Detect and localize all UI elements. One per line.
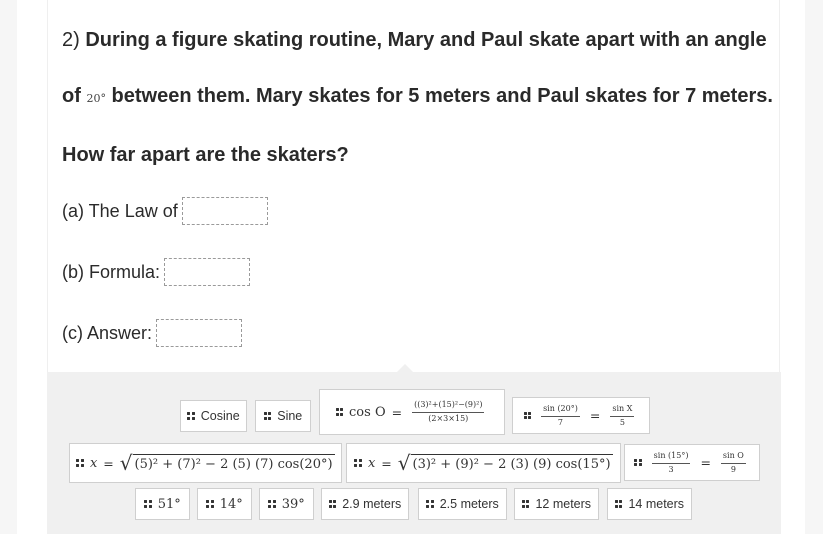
fraction-denominator: 7 bbox=[557, 417, 564, 427]
tile-dist-12[interactable]: 12 meters bbox=[514, 488, 599, 520]
fraction-denominator: 3 bbox=[668, 464, 674, 474]
tile-label: Sine bbox=[277, 409, 303, 423]
fraction: sin (20°) 7 bbox=[541, 404, 580, 428]
tile-label: 2.9 meters bbox=[342, 497, 402, 511]
tile-sin-ratio-15[interactable]: sin (15°) 3 = sin O 9 bbox=[624, 444, 760, 481]
answer-row-answer: (c) Answer: bbox=[62, 319, 243, 347]
answer-label-formula: (b) Formula: bbox=[62, 261, 161, 282]
equals-sign: = bbox=[589, 408, 601, 423]
equals-sign: = bbox=[381, 455, 392, 471]
fraction-numerator: ((3)²+(15)²−(9)²) bbox=[412, 400, 485, 413]
answer-label-law: (a) The Law of bbox=[62, 200, 178, 221]
tile-dist-14[interactable]: 14 meters bbox=[607, 488, 692, 520]
fraction: sin X 5 bbox=[610, 404, 635, 428]
tile-label: 12 meters bbox=[535, 497, 592, 511]
drop-slot-law[interactable] bbox=[181, 197, 268, 225]
drop-slot-formula[interactable] bbox=[164, 258, 251, 286]
tile-law-cos-5-7[interactable]: x = √ (5)² + (7)² − 2 (5) (7) cos(20°) bbox=[69, 443, 342, 483]
drag-handle-icon bbox=[144, 500, 152, 508]
tile-sine[interactable]: Sine bbox=[255, 400, 311, 432]
tile-dist-2-5[interactable]: 2.5 meters bbox=[418, 488, 507, 520]
drag-handle-icon bbox=[187, 412, 195, 420]
fraction-numerator: sin (15°) bbox=[651, 451, 691, 464]
tile-label: 39° bbox=[281, 496, 305, 512]
radical-icon: √ bbox=[397, 451, 411, 475]
equals-sign: = bbox=[103, 455, 114, 471]
drag-handle-icon bbox=[268, 500, 276, 508]
fraction: sin (15°) 3 bbox=[651, 451, 691, 475]
drag-handle-icon bbox=[614, 500, 623, 508]
radicand: (5)² + (7)² − 2 (5) (7) cos(20°) bbox=[132, 454, 335, 473]
tile-law-cos-3-9[interactable]: x = √ (3)² + (9)² − 2 (3) (9) cos(15°) bbox=[346, 443, 621, 483]
tile-lhs: x bbox=[89, 455, 98, 471]
answer-row-law: (a) The Law of bbox=[62, 197, 268, 225]
square-root: √ (3)² + (9)² − 2 (3) (9) cos(15°) bbox=[398, 453, 613, 473]
equals-sign: = bbox=[700, 455, 711, 470]
angle-value: 20° bbox=[86, 92, 106, 105]
fraction-numerator: sin (20°) bbox=[541, 404, 580, 417]
fraction: ((3)²+(15)²−(9)²) (2×3×15) bbox=[412, 400, 485, 424]
tile-label: 14° bbox=[219, 496, 243, 512]
drag-handle-icon bbox=[634, 458, 642, 467]
tile-cos-o-formula[interactable]: cos O = ((3)²+(15)²−(9)²) (2×3×15) bbox=[319, 389, 505, 435]
drag-handle-icon bbox=[426, 500, 434, 508]
tile-label: 51° bbox=[157, 496, 181, 512]
tile-dist-2-9[interactable]: 2.9 meters bbox=[321, 488, 409, 520]
question-number: 2) bbox=[62, 29, 80, 51]
tile-angle-14[interactable]: 14° bbox=[197, 488, 252, 520]
square-root: √ (5)² + (7)² − 2 (5) (7) cos(20°) bbox=[120, 453, 335, 473]
fraction-numerator: sin X bbox=[610, 404, 635, 417]
drag-handle-icon bbox=[76, 459, 84, 467]
tile-label: 2.5 meters bbox=[439, 497, 499, 511]
fraction-denominator: 5 bbox=[619, 417, 625, 427]
fraction-denominator: (2×3×15) bbox=[428, 414, 469, 423]
drag-handle-icon bbox=[354, 459, 362, 467]
drag-handle-icon bbox=[328, 500, 337, 508]
equals-sign: = bbox=[391, 404, 403, 420]
tile-lhs: x bbox=[367, 455, 376, 471]
tile-label: 14 meters bbox=[628, 497, 685, 511]
tile-angle-51[interactable]: 51° bbox=[135, 488, 190, 520]
answer-label-answer: (c) Answer: bbox=[62, 322, 153, 343]
fraction: sin O 9 bbox=[720, 451, 746, 475]
radical-icon: √ bbox=[119, 451, 133, 475]
tile-angle-39[interactable]: 39° bbox=[259, 488, 314, 520]
question-text: 2) During a figure skating routine, Mary… bbox=[62, 12, 777, 183]
radicand: (3)² + (9)² − 2 (3) (9) cos(15°) bbox=[410, 454, 613, 473]
drag-handle-icon bbox=[335, 408, 344, 416]
answer-row-formula: (b) Formula: bbox=[62, 258, 251, 286]
drag-handle-icon bbox=[523, 411, 532, 420]
drag-handle-icon bbox=[206, 500, 214, 508]
tile-label: Cosine bbox=[200, 409, 240, 423]
fraction-denominator: 9 bbox=[730, 464, 736, 474]
drag-handle-icon bbox=[263, 412, 272, 420]
question-text-part2: between them. Mary skates for 5 meters a… bbox=[62, 85, 773, 166]
tile-sin-ratio-20[interactable]: sin (20°) 7 = sin X 5 bbox=[512, 397, 650, 434]
fraction-numerator: sin O bbox=[720, 451, 746, 464]
drag-handle-icon bbox=[521, 500, 530, 508]
tile-cosine[interactable]: Cosine bbox=[180, 400, 247, 432]
tile-lhs: cos O bbox=[349, 404, 386, 420]
drop-slot-answer[interactable] bbox=[156, 319, 243, 347]
